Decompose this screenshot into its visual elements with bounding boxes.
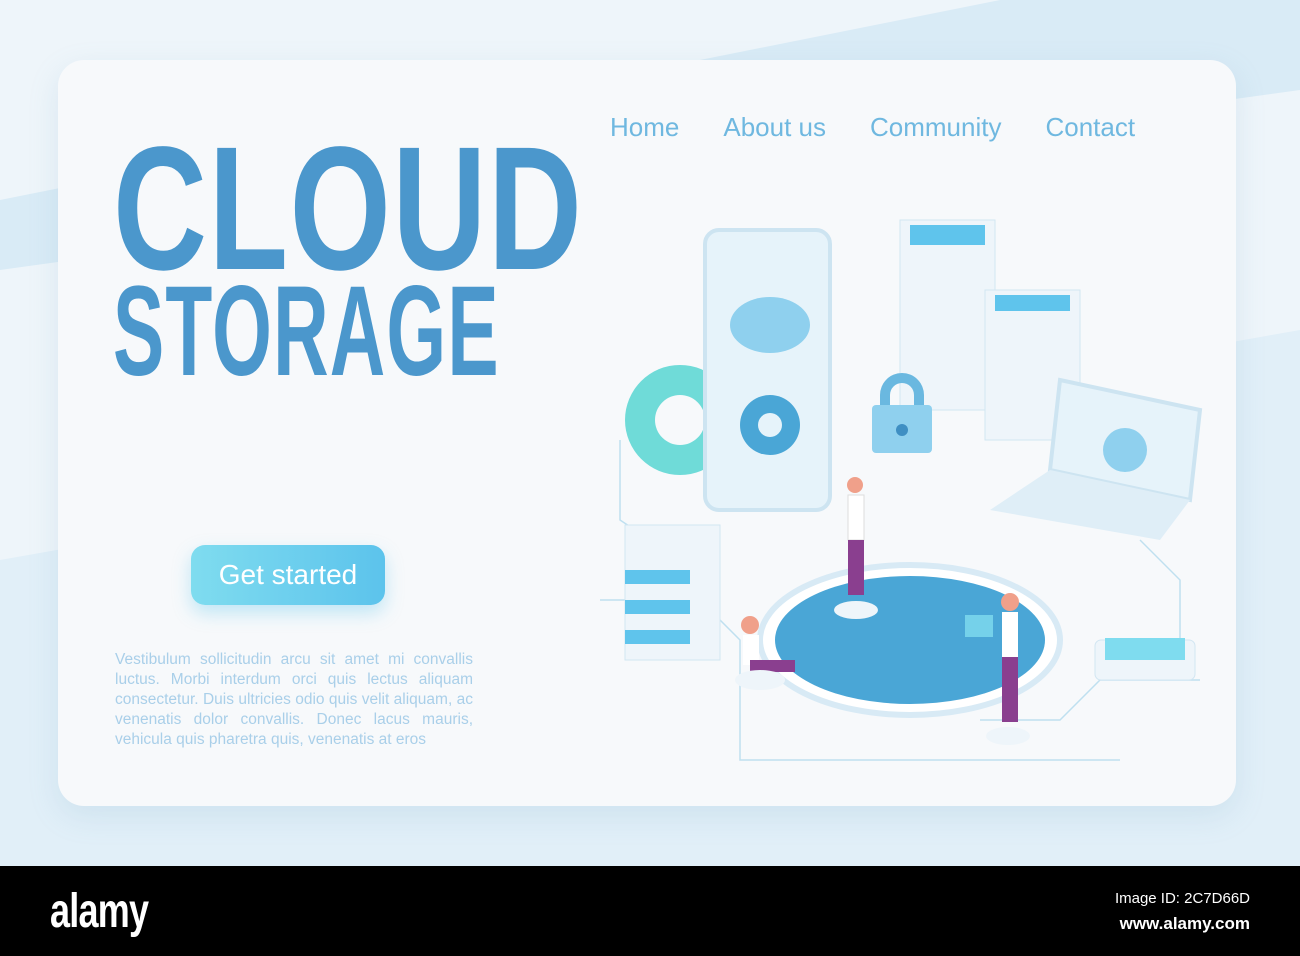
nav-about-us[interactable]: About us [723, 112, 826, 143]
database-icon [624, 524, 721, 661]
smartphone-icon [703, 228, 832, 512]
site-url: www.alamy.com [1119, 914, 1250, 933]
main-nav: Home About us Community Contact [610, 112, 1135, 143]
cloud-storage-illustration [600, 219, 1203, 761]
watermark-footer: alamy Image ID: 2C7D66D www.alamy.com [0, 866, 1300, 956]
hero-description: Vestibulum sollicitudin arcu sit amet mi… [115, 651, 473, 748]
nav-home[interactable]: Home [610, 112, 679, 143]
nav-community[interactable]: Community [870, 112, 1001, 143]
alamy-logo: alamy [50, 885, 149, 938]
hero-title-line2: STORAGE [113, 260, 500, 403]
get-started-button[interactable]: Get started [191, 545, 385, 605]
nav-contact[interactable]: Contact [1045, 112, 1135, 143]
image-id: Image ID: 2C7D66D [1114, 890, 1250, 907]
router-icon [1094, 638, 1196, 681]
